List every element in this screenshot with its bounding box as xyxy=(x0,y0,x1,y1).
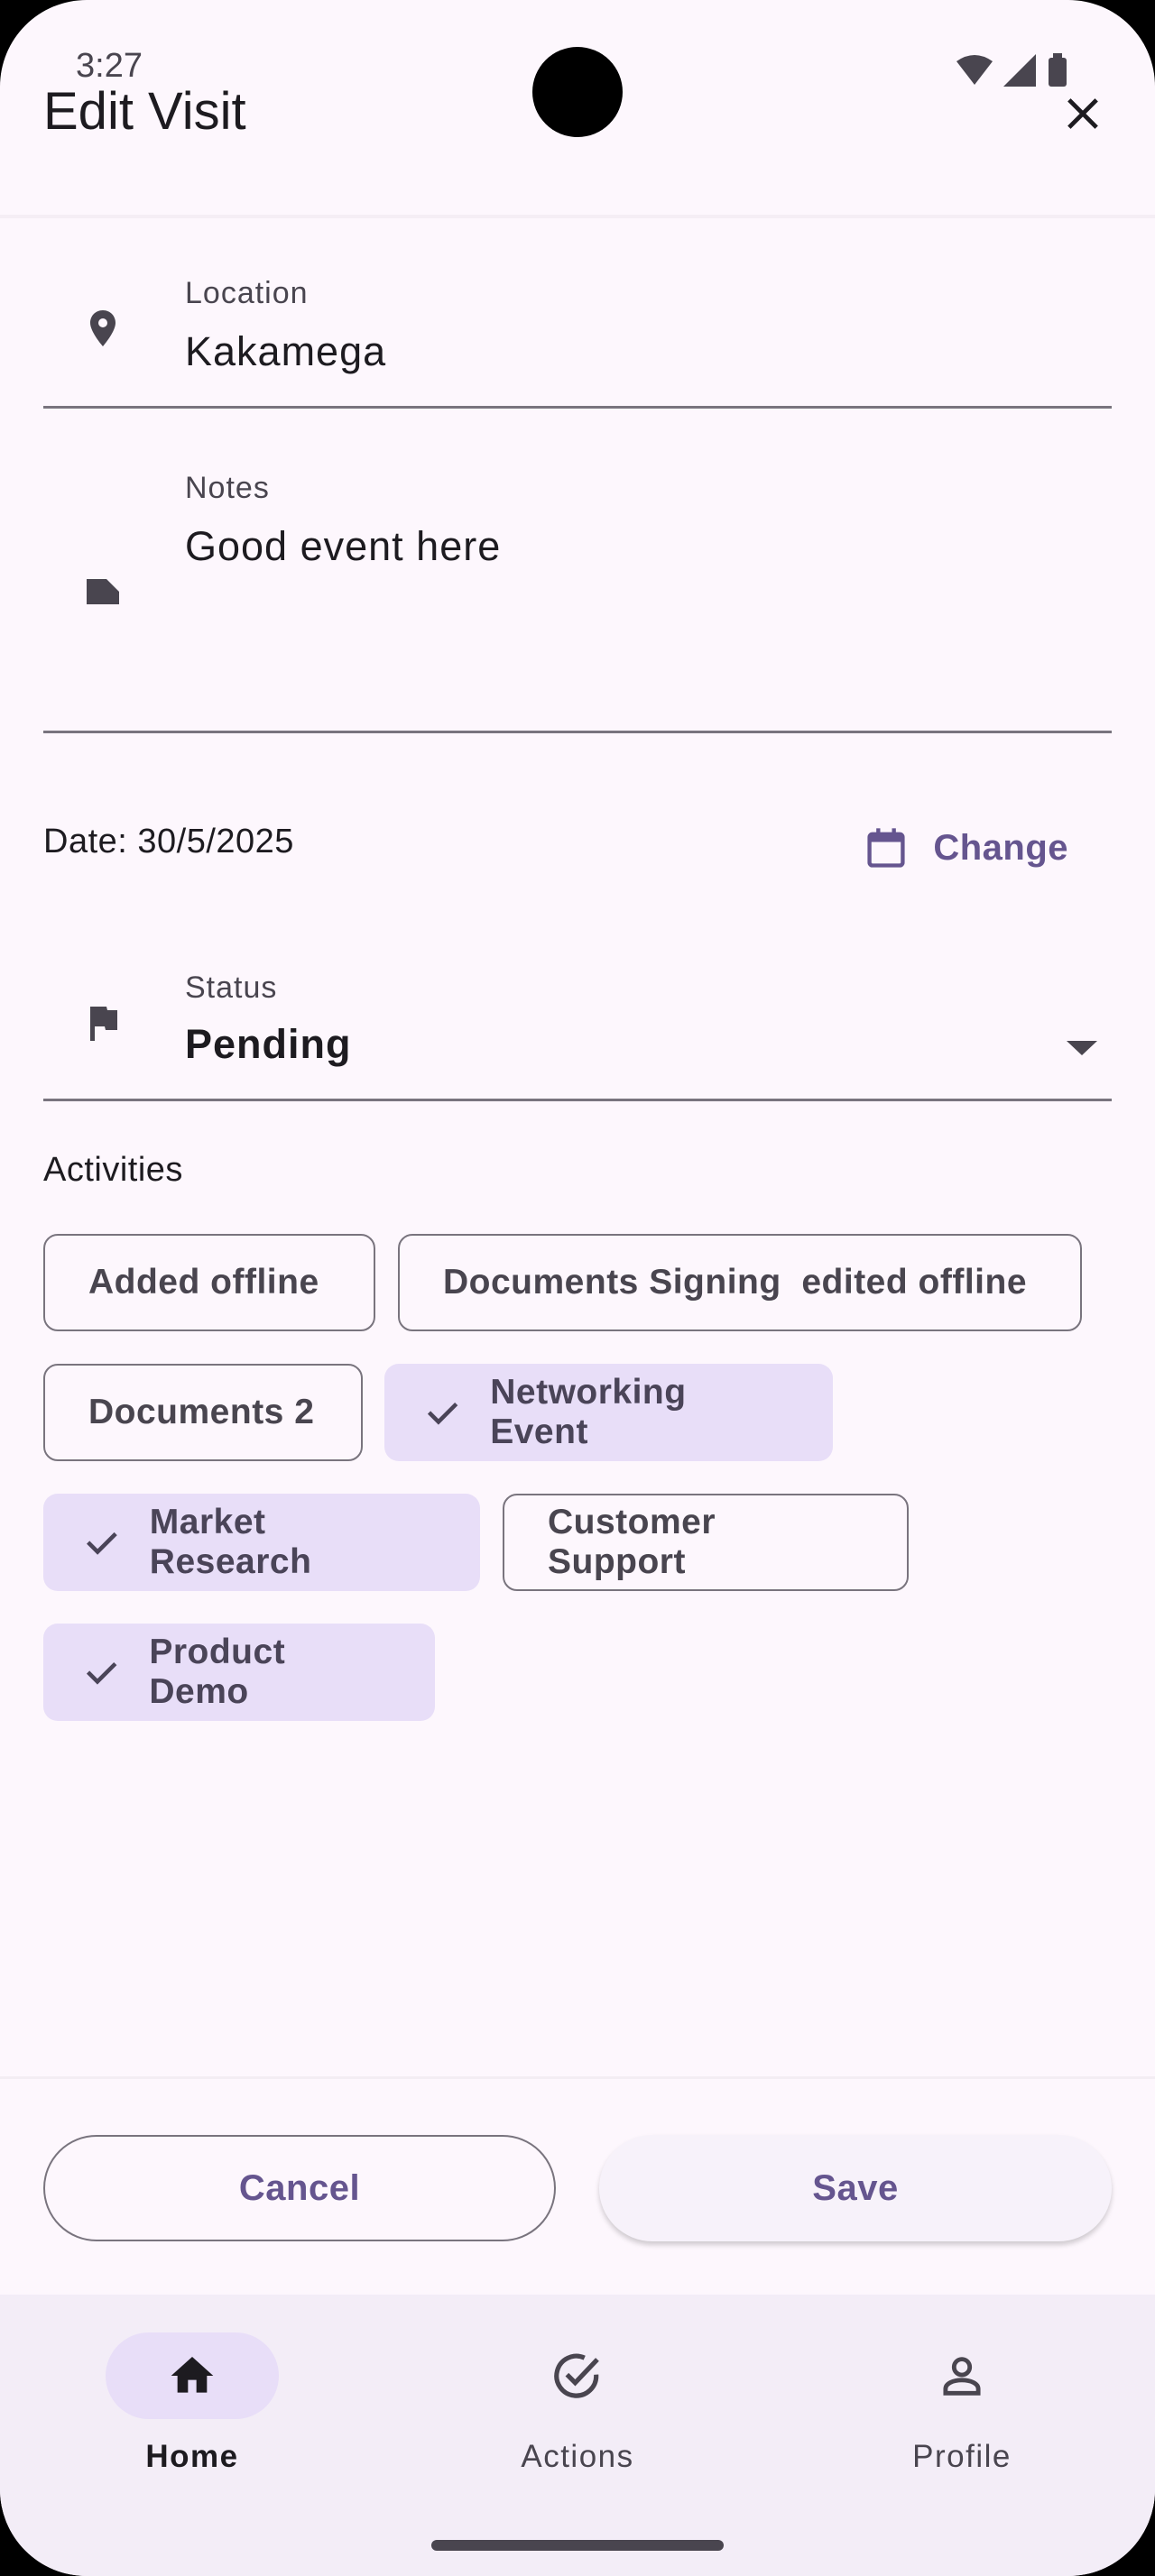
flag-icon xyxy=(90,1007,117,1041)
check-icon xyxy=(87,1532,117,1555)
chip-label: Customer Support xyxy=(548,1503,716,1581)
chip-networking-event[interactable]: Networking Event xyxy=(384,1364,833,1461)
bottom-navigation: Home Actions Profile xyxy=(0,2295,1155,2576)
date-row: Date: 30/5/2025 Change xyxy=(43,812,1112,884)
home-gesture-bar[interactable] xyxy=(431,2540,724,2551)
nav-indicator xyxy=(875,2332,1049,2419)
nav-label-profile: Profile xyxy=(912,2439,1012,2474)
change-date-button[interactable]: Change xyxy=(863,812,1068,884)
nav-item-home[interactable]: Home xyxy=(57,2332,328,2513)
person-icon xyxy=(943,2357,981,2396)
chip-market-research[interactable]: Market Research xyxy=(43,1494,480,1591)
status-value: Pending xyxy=(185,1021,352,1067)
nav-indicator xyxy=(491,2332,664,2419)
app-bar: Edit Visit xyxy=(0,54,1155,216)
chip-documents-signing[interactable]: Documents Signing edited offline xyxy=(398,1234,1082,1331)
location-label: Location xyxy=(185,276,309,310)
nav-label-home: Home xyxy=(145,2439,239,2474)
date-text: Date: 30/5/2025 xyxy=(43,823,294,860)
check-icon xyxy=(427,1402,458,1425)
page-title: Edit Visit xyxy=(43,82,246,141)
chip-label: Product Demo xyxy=(149,1633,286,1711)
nav-item-profile[interactable]: Profile xyxy=(827,2332,1097,2513)
chip-customer-support[interactable]: Customer Support xyxy=(503,1494,909,1591)
chip-label: Networking Event xyxy=(490,1373,687,1451)
chip-added-offline[interactable]: Added offline xyxy=(43,1234,375,1331)
location-value[interactable]: Kakamega xyxy=(185,328,386,375)
chip-label: Market Research xyxy=(149,1503,312,1581)
chip-product-demo[interactable]: Product Demo xyxy=(43,1624,435,1721)
nav-item-actions[interactable]: Actions xyxy=(442,2332,713,2513)
status-label: Status xyxy=(185,971,278,1005)
app-bar-divider xyxy=(0,215,1155,218)
location-pin-icon xyxy=(90,310,116,346)
location-field[interactable]: Location Kakamega xyxy=(43,271,1112,411)
form-actions-bar: Cancel Save xyxy=(0,2076,1155,2295)
phone-screen: 3:27 Edit Visit Location Kakamega Notes … xyxy=(0,0,1155,2576)
calendar-icon xyxy=(867,828,905,868)
home-icon xyxy=(171,2357,214,2393)
location-underline xyxy=(43,406,1112,409)
save-button[interactable]: Save xyxy=(599,2135,1112,2241)
cancel-button[interactable]: Cancel xyxy=(43,2135,556,2241)
note-icon xyxy=(87,579,119,604)
nav-label-actions: Actions xyxy=(521,2439,634,2474)
activities-title: Activities xyxy=(43,1151,183,1189)
notes-value[interactable]: Good event here xyxy=(185,523,501,570)
dropdown-arrow-icon xyxy=(1067,1041,1097,1055)
close-icon xyxy=(1067,98,1098,129)
change-date-label: Change xyxy=(933,827,1068,868)
notes-label: Notes xyxy=(185,471,270,505)
notes-field[interactable]: Notes Good event here xyxy=(43,465,1112,736)
close-button[interactable] xyxy=(1050,81,1115,146)
notes-underline xyxy=(43,731,1112,733)
chip-label: Documents 2 xyxy=(88,1393,315,1431)
chip-label: Documents Signing edited offline xyxy=(443,1263,1028,1302)
nav-indicator xyxy=(106,2332,279,2419)
chip-documents-2[interactable]: Documents 2 xyxy=(43,1364,363,1461)
status-underline xyxy=(43,1099,1112,1101)
status-dropdown[interactable]: Status Pending xyxy=(43,967,1112,1104)
check-icon xyxy=(86,1661,117,1685)
chip-label: Added offline xyxy=(88,1263,319,1302)
check-circle-icon xyxy=(554,2353,599,2398)
